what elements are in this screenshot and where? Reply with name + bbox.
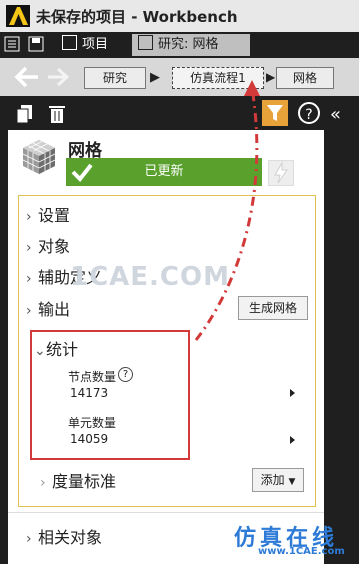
project-icon <box>62 35 77 50</box>
outline-item-quality-metrics[interactable]: › 度量标准 <box>40 468 116 492</box>
chevron-right-icon: › <box>26 271 32 287</box>
outline-item-related-objects[interactable]: › 相关对象 <box>26 524 102 548</box>
brand-site: www.1CAE.com <box>258 546 345 557</box>
title-bar: 未保存的项目 - Workbench <box>0 0 359 32</box>
outline-label: 对象 <box>38 237 71 256</box>
chevron-down-icon: ▼ <box>288 477 296 487</box>
breadcrumb-item-study[interactable]: 研究 <box>84 67 146 89</box>
mesh-cube-icon <box>20 138 58 176</box>
outline-label: 设置 <box>38 206 71 225</box>
filter-icon[interactable] <box>262 100 288 126</box>
tab-bar: 项目 研究: 网格 <box>0 32 359 58</box>
outline-label: 度量标准 <box>52 472 117 491</box>
statistics-label: 统计 <box>46 340 79 359</box>
outline-item-objects[interactable]: › 对象 <box>26 233 70 257</box>
tab-label: 项目 <box>82 37 109 52</box>
tab-study-mesh[interactable]: 研究: 网格 <box>132 34 250 56</box>
add-dropdown-button[interactable]: 添加 ▼ <box>252 468 304 492</box>
lightning-icon[interactable] <box>268 160 294 186</box>
study-icon <box>138 35 153 50</box>
generate-mesh-button[interactable]: 生成网格 <box>238 296 308 320</box>
save-icon[interactable] <box>28 36 44 52</box>
breadcrumb: 研究 ▶ 仿真流程1 ▶ 网格 <box>0 58 359 96</box>
tab-project[interactable]: 项目 <box>58 34 130 56</box>
delete-icon[interactable] <box>48 104 66 124</box>
node-count-label: 节点数量 <box>68 370 117 384</box>
outline-label: 相关对象 <box>38 528 103 547</box>
window-title: 未保存的项目 - Workbench <box>36 8 238 26</box>
divider <box>8 512 324 513</box>
watermark: 1CAE.COM <box>70 262 230 292</box>
node-count-value: 14173 <box>70 386 109 400</box>
copy-icon[interactable] <box>16 104 34 124</box>
chevron-right-icon: › <box>26 303 32 319</box>
chevron-right-icon: › <box>26 531 32 547</box>
chevron-right-icon: › <box>26 240 32 256</box>
help-icon[interactable]: ? <box>298 102 320 124</box>
expand-arrow-icon[interactable] <box>290 436 295 444</box>
forward-arrow-icon[interactable] <box>46 67 70 87</box>
breadcrumb-item-sim-flow[interactable]: 仿真流程1 <box>172 67 264 89</box>
breadcrumb-item-mesh[interactable]: 网格 <box>276 67 334 89</box>
breadcrumb-separator-icon: ▶ <box>150 70 160 85</box>
statistics-section[interactable]: ⌄统计 <box>34 336 78 360</box>
chevron-right-icon: › <box>26 209 32 225</box>
element-count-label: 单元数量 <box>68 416 117 430</box>
expand-arrow-icon[interactable] <box>290 389 295 397</box>
menu-icon[interactable] <box>4 36 20 52</box>
chevron-down-icon: ⌄ <box>34 343 46 359</box>
outline-item-output[interactable]: › 输出 <box>26 296 70 320</box>
outline-label: 输出 <box>38 300 71 319</box>
tab-label: 研究: 网格 <box>158 37 219 52</box>
breadcrumb-separator-icon: ▶ <box>266 70 276 84</box>
ansys-logo-icon <box>6 5 30 27</box>
chevron-right-icon: › <box>40 475 46 491</box>
add-button-label: 添加 <box>260 473 285 487</box>
node-count-help-icon[interactable]: ? <box>118 367 133 382</box>
element-count-value: 14059 <box>70 432 109 446</box>
status-badge: 已更新 <box>66 158 262 186</box>
outline-item-settings[interactable]: › 设置 <box>26 202 70 226</box>
check-icon <box>70 160 94 188</box>
collapse-panel-button[interactable]: « <box>330 104 341 125</box>
back-arrow-icon[interactable] <box>12 65 40 89</box>
